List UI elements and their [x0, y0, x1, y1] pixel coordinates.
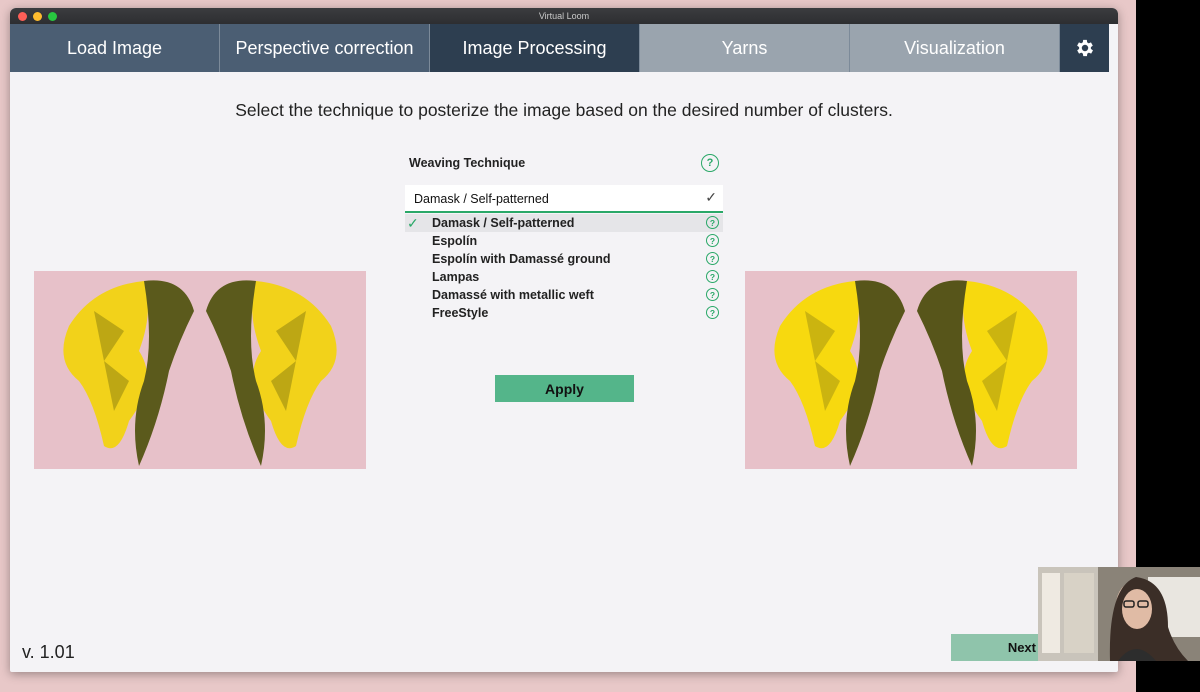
gear-icon	[1076, 39, 1093, 57]
option-label: Damassé with metallic weft	[432, 288, 594, 302]
tab-bar: Load Image Perspective correction Image …	[10, 24, 1118, 72]
checkmark-icon: ✓	[407, 215, 419, 231]
option-label: Espolín	[432, 234, 478, 248]
question-circle-icon[interactable]: ?	[706, 306, 719, 319]
question-circle-icon[interactable]: ?	[706, 216, 719, 229]
title-bar: Virtual Loom	[10, 8, 1118, 24]
tab-yarns[interactable]: Yarns	[640, 24, 850, 72]
tab-perspective-correction[interactable]: Perspective correction	[220, 24, 430, 72]
tab-load-image[interactable]: Load Image	[10, 24, 220, 72]
window-controls	[18, 12, 57, 21]
weaving-technique-label: Weaving Technique	[409, 156, 526, 170]
settings-button[interactable]	[1060, 24, 1109, 72]
window-title: Virtual Loom	[538, 11, 590, 21]
option-damask-self-patterned[interactable]: ✓ Damask / Self-patterned ?	[405, 214, 723, 232]
original-image	[34, 271, 366, 469]
question-circle-icon[interactable]: ?	[706, 234, 719, 247]
question-circle-icon[interactable]: ?	[701, 154, 719, 172]
question-circle-icon[interactable]: ?	[706, 252, 719, 265]
option-lampas[interactable]: Lampas ?	[405, 268, 723, 286]
maximize-window-button[interactable]	[48, 12, 57, 21]
option-espolin-damasse-ground[interactable]: Espolín with Damassé ground ?	[405, 250, 723, 268]
option-label: Lampas	[432, 270, 480, 284]
option-damasse-metallic-weft[interactable]: Damassé with metallic weft ?	[405, 286, 723, 304]
option-label: Damask / Self-patterned	[432, 216, 575, 230]
close-window-button[interactable]	[18, 12, 27, 21]
question-circle-icon[interactable]: ?	[706, 288, 719, 301]
webcam-overlay	[1038, 567, 1200, 661]
version-label: v. 1.01	[22, 642, 75, 662]
tab-visualization[interactable]: Visualization	[850, 24, 1060, 72]
app-window: Virtual Loom Load Image Perspective corr…	[10, 8, 1118, 672]
option-espolin[interactable]: Espolín ?	[405, 232, 723, 250]
apply-button[interactable]: Apply	[495, 375, 634, 402]
question-circle-icon[interactable]: ?	[706, 270, 719, 283]
tab-image-processing[interactable]: Image Processing	[430, 24, 640, 72]
processed-image	[745, 271, 1077, 469]
weaving-technique-select[interactable]: Damask / Self-patterned ✓	[405, 185, 723, 213]
weaving-technique-dropdown: ✓ Damask / Self-patterned ? Espolín ? Es…	[405, 214, 723, 326]
select-value: Damask / Self-patterned	[414, 192, 549, 206]
option-freestyle[interactable]: FreeStyle ?	[405, 304, 723, 322]
option-label: Espolín with Damassé ground	[432, 252, 611, 266]
minimize-window-button[interactable]	[33, 12, 42, 21]
option-label: FreeStyle	[432, 306, 489, 320]
checkmark-icon: ✓	[705, 189, 717, 205]
instruction-text: Select the technique to posterize the im…	[235, 100, 893, 120]
